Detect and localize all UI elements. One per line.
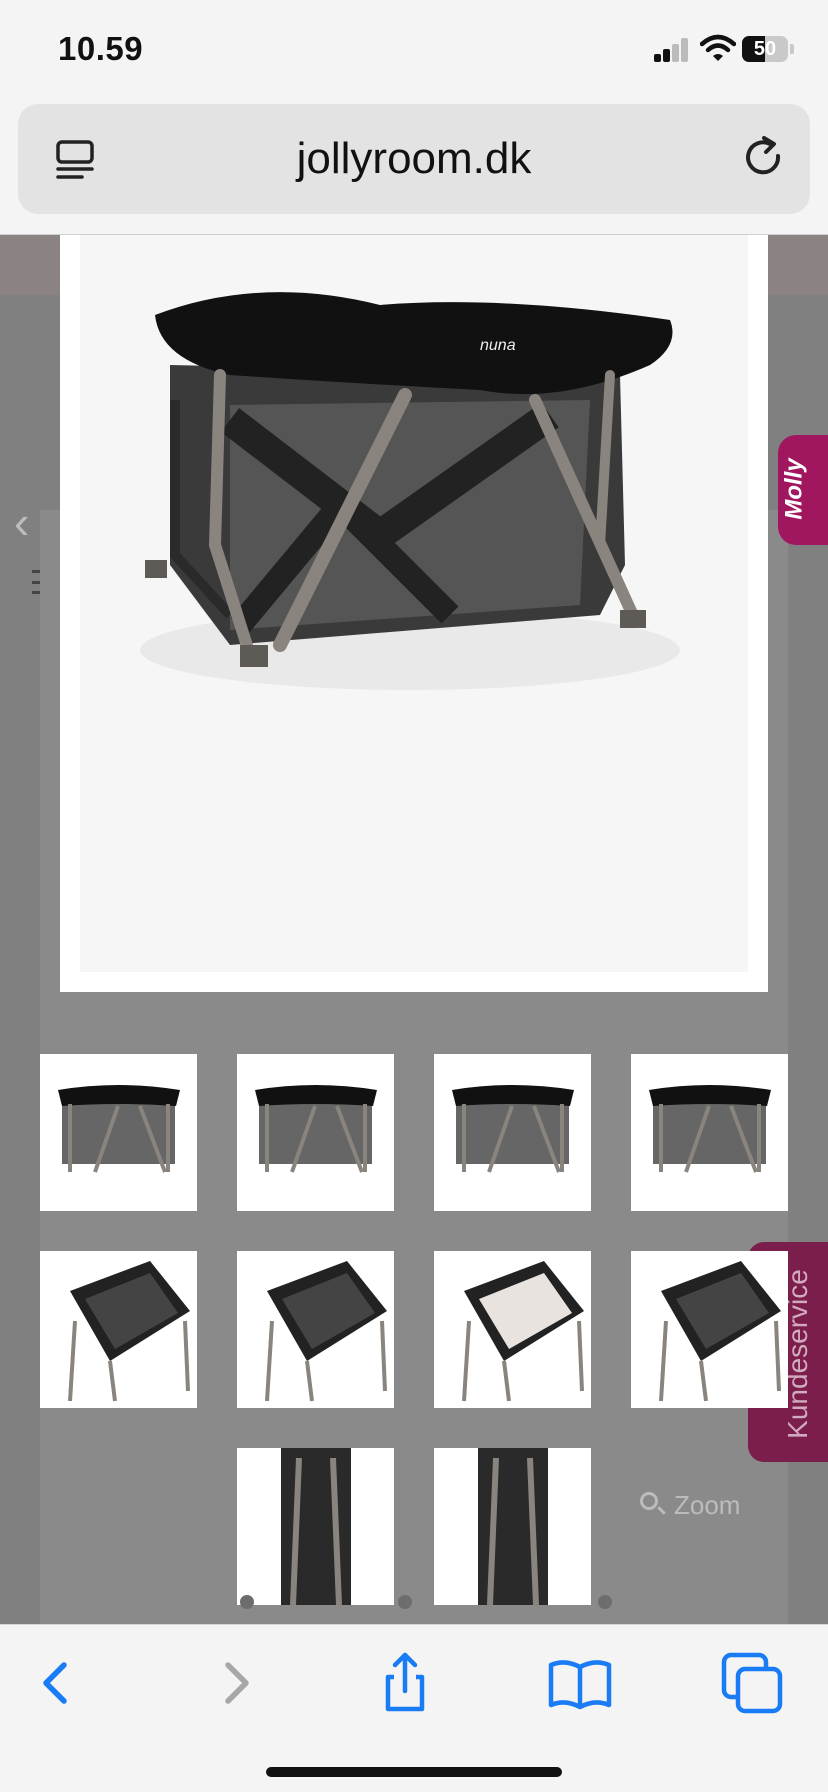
battery-icon: 50	[742, 36, 788, 62]
thumbnail-playpen-top-bassinet-2[interactable]	[237, 1251, 394, 1408]
cellular-signal-icon	[654, 38, 690, 62]
forward-icon[interactable]	[200, 1647, 270, 1717]
magnifier-icon	[640, 1492, 658, 1510]
thumbnail-playpen-canopy[interactable]	[631, 1251, 788, 1408]
molly-label: Molly	[780, 458, 808, 520]
browser-address-area: jollyroom.dk	[0, 100, 828, 235]
chevron-left-icon: ‹	[14, 496, 30, 548]
thumbnail-playpen-top-mattress[interactable]	[434, 1251, 591, 1408]
travel-cot-illustration: nuna	[140, 292, 680, 690]
browser-toolbar	[0, 1624, 828, 1792]
thumbnail-playpen-side-angle[interactable]	[237, 1054, 394, 1211]
status-bar: 10.59 50	[0, 0, 828, 100]
zoom-button[interactable]: Zoom	[640, 1490, 740, 1521]
thumbnail-playpen-front-straight[interactable]	[631, 1054, 788, 1211]
carousel-dot[interactable]	[598, 1595, 612, 1609]
back-icon[interactable]	[22, 1647, 92, 1717]
url-domain[interactable]: jollyroom.dk	[18, 104, 810, 214]
status-time: 10.59	[58, 30, 144, 67]
battery-percent: 50	[753, 38, 777, 60]
address-bar[interactable]: jollyroom.dk	[18, 104, 810, 214]
home-indicator	[266, 1767, 562, 1777]
thumbnail-playpen-folded-back[interactable]	[434, 1448, 591, 1606]
bookmarks-icon[interactable]	[545, 1647, 615, 1717]
image-lightbox[interactable]: nuna	[60, 235, 768, 992]
thumbnail-playpen-front-angle[interactable]	[40, 1054, 197, 1211]
wifi-icon	[700, 34, 736, 61]
reload-icon[interactable]	[740, 134, 788, 182]
carousel-dot[interactable]	[240, 1595, 254, 1609]
thumbnail-playpen-folded-front[interactable]	[237, 1448, 394, 1606]
thumbnail-playpen-top-bassinet[interactable]	[40, 1251, 197, 1408]
thumbnail-playpen-front[interactable]	[434, 1054, 591, 1211]
zoom-label: Zoom	[674, 1490, 741, 1520]
product-main-image: nuna	[80, 235, 748, 972]
molly-chat-tab[interactable]: Molly	[778, 435, 828, 545]
svg-text:nuna: nuna	[480, 337, 516, 354]
carousel-dot[interactable]	[398, 1595, 412, 1609]
tabs-icon[interactable]	[718, 1647, 788, 1717]
share-icon[interactable]	[370, 1647, 440, 1717]
